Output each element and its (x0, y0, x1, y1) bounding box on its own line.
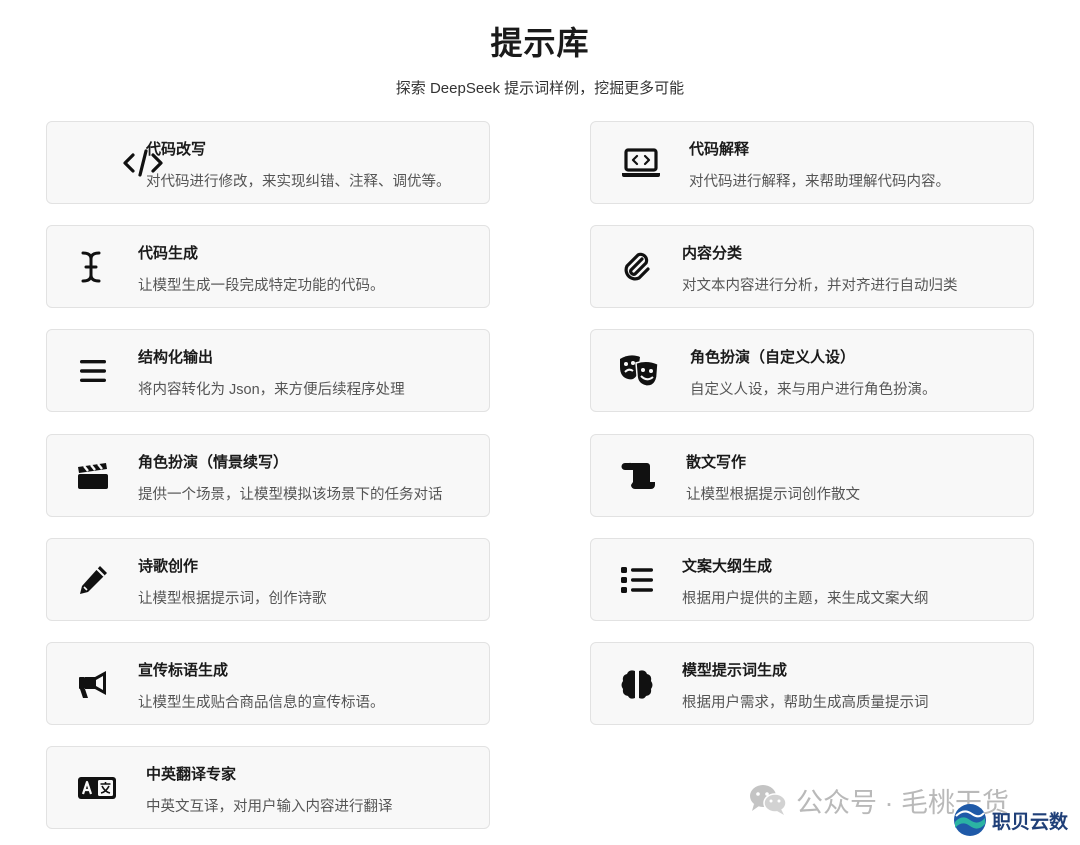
card-description: 让模型根据提示词，创作诗歌 (138, 591, 327, 607)
page-title: 提示库 (490, 25, 590, 61)
card-description: 自定义人设，来与用户进行角色扮演。 (690, 382, 937, 398)
brand-text: 职贝云数 (992, 811, 1069, 833)
pencil-icon (71, 560, 115, 600)
card-title: 模型提示词生成 (682, 662, 788, 679)
card-description: 对文本内容进行分析，并对齐进行自动归类 (682, 278, 958, 294)
card-description: 让模型生成一段完成特定功能的代码。 (138, 278, 385, 294)
prompt-card-poetry[interactable]: 诗歌创作 让模型根据提示词，创作诗歌 (46, 538, 490, 621)
card-title: 诗歌创作 (138, 558, 199, 575)
clapperboard-icon (71, 456, 115, 496)
masks-icon (617, 351, 661, 391)
list-icon (615, 560, 659, 600)
card-title: 代码解释 (689, 141, 750, 158)
prompt-card-content-classify[interactable]: 内容分类 对文本内容进行分析，并对齐进行自动归类 (590, 225, 1034, 308)
cursor-icon (69, 247, 113, 287)
prompt-card-structured-output[interactable]: 结构化输出 将内容转化为 Json，来方便后续程序处理 (46, 329, 490, 412)
card-title: 中英翻译专家 (146, 766, 237, 783)
card-description: 将内容转化为 Json，来方便后续程序处理 (138, 382, 405, 398)
scroll-icon (617, 456, 661, 496)
brain-icon (615, 664, 659, 704)
bars-icon (71, 351, 115, 391)
card-description: 根据用户提供的主题，来生成文案大纲 (682, 591, 929, 607)
card-title: 内容分类 (682, 245, 743, 262)
card-description: 对代码进行修改，来实现纠错、注释、调优等。 (146, 174, 451, 190)
prompt-card-prompt-generate[interactable]: 模型提示词生成 根据用户需求，帮助生成高质量提示词 (590, 642, 1034, 725)
page-subtitle: 探索 DeepSeek 提示词样例，挖掘更多可能 (395, 80, 685, 97)
card-description: 中英文互译，对用户输入内容进行翻译 (146, 799, 393, 815)
prompt-card-code-generate[interactable]: 代码生成 让模型生成一段完成特定功能的代码。 (46, 225, 490, 308)
card-title: 散文写作 (686, 454, 747, 471)
card-title: 代码改写 (146, 141, 207, 158)
card-title: 宣传标语生成 (138, 662, 229, 679)
prompt-card-slogan[interactable]: 宣传标语生成 让模型生成贴合商品信息的宣传标语。 (46, 642, 490, 725)
brand-logo-icon (954, 804, 986, 836)
paperclip-icon (615, 247, 659, 287)
wechat-icon (750, 785, 787, 815)
card-title: 角色扮演（情景续写） (138, 454, 289, 471)
brand-watermark: 职贝云数 (952, 802, 1068, 838)
card-description: 根据用户需求，帮助生成高质量提示词 (682, 695, 929, 711)
card-description: 让模型根据提示词创作散文 (686, 487, 860, 503)
prompt-card-prose[interactable]: 散文写作 让模型根据提示词创作散文 (590, 434, 1034, 517)
card-description: 让模型生成贴合商品信息的宣传标语。 (138, 695, 385, 711)
card-description: 提供一个场景，让模型模拟该场景下的任务对话 (138, 487, 443, 503)
prompt-card-roleplay-scenario[interactable]: 角色扮演（情景续写） 提供一个场景，让模型模拟该场景下的任务对话 (46, 434, 490, 517)
card-description: 对代码进行解释，来帮助理解代码内容。 (689, 174, 950, 190)
prompt-card-code-rewrite[interactable]: 代码改写 对代码进行修改，来实现纠错、注释、调优等。 (46, 121, 490, 204)
prompt-card-code-explain[interactable]: 代码解释 对代码进行解释，来帮助理解代码内容。 (590, 121, 1034, 204)
card-title: 文案大纲生成 (682, 558, 773, 575)
card-title: 结构化输出 (138, 349, 214, 366)
megaphone-icon (71, 664, 115, 704)
prompt-card-roleplay-custom[interactable]: 角色扮演（自定义人设） 自定义人设，来与用户进行角色扮演。 (590, 329, 1034, 412)
card-title: 角色扮演（自定义人设） (690, 349, 856, 366)
prompt-card-copy-outline[interactable]: 文案大纲生成 根据用户提供的主题，来生成文案大纲 (590, 538, 1034, 621)
translate-icon (75, 768, 119, 808)
prompt-card-translate[interactable]: 中英翻译专家 中英文互译，对用户输入内容进行翻译 (46, 746, 490, 829)
laptop-code-icon (619, 143, 663, 183)
card-title: 代码生成 (138, 245, 199, 262)
